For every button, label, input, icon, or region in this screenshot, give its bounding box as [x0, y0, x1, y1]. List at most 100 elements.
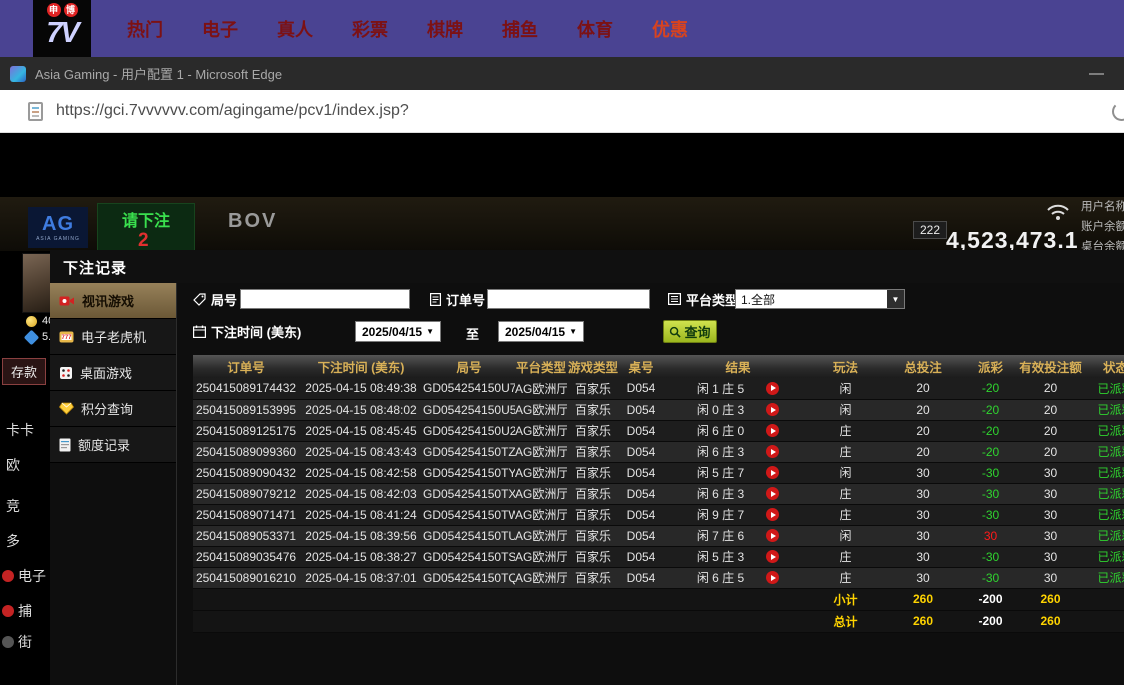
- gray-dot-icon: [2, 636, 14, 648]
- total-row: 总计 260 -200 260: [193, 610, 1124, 632]
- round-number-label: 局号: [193, 289, 237, 309]
- play-icon: [771, 512, 776, 518]
- total-payout: -200: [968, 610, 1013, 632]
- side-strip-item-ou[interactable]: 欧: [6, 455, 20, 475]
- cell-status: 已派彩: [1088, 567, 1124, 588]
- cell-play: 闲: [813, 399, 878, 420]
- screen: 申 博 7V 热门 电子 真人 彩票 棋牌 捕鱼 体育 优惠 Asia Gami…: [0, 0, 1124, 685]
- cell-table: D054: [619, 441, 663, 462]
- ag-logo-subtext: ASIA GAMING: [36, 236, 80, 242]
- replay-button[interactable]: [766, 529, 779, 542]
- replay-button[interactable]: [766, 403, 779, 416]
- deposit-button[interactable]: 存款: [2, 358, 46, 385]
- cell-payout: -30: [968, 462, 1013, 483]
- nav-item-cards[interactable]: 棋牌: [427, 16, 463, 42]
- subtotal-bet: 260: [878, 588, 968, 610]
- total-valid: 260: [1013, 610, 1088, 632]
- menu-item-live-games[interactable]: 视讯游戏: [50, 283, 176, 319]
- menu-item-table-games[interactable]: 桌面游戏: [50, 355, 176, 391]
- cell-payout: 30: [968, 525, 1013, 546]
- cell-play: 庄: [813, 441, 878, 462]
- cell-payout: -30: [968, 567, 1013, 588]
- list-icon: [668, 293, 681, 305]
- cell-play: 庄: [813, 504, 878, 525]
- subtotal-label: 小计: [813, 588, 878, 610]
- cell-bet-time: 2025-04-15 08:43:43: [299, 441, 423, 462]
- round-number-input[interactable]: [240, 289, 410, 309]
- nav-item-sports[interactable]: 体育: [577, 16, 613, 42]
- query-button[interactable]: 查询: [663, 320, 717, 343]
- menu-item-points-query[interactable]: 积分查询: [50, 391, 176, 427]
- side-strip-item-jie[interactable]: 街: [2, 632, 32, 652]
- cell-round: GD054254150TS: [423, 546, 515, 567]
- cell-status: 已派彩: [1088, 420, 1124, 441]
- replay-button[interactable]: [766, 550, 779, 563]
- nav-item-live[interactable]: 真人: [277, 16, 313, 42]
- result-text: 闲 6 庄 3: [697, 443, 744, 460]
- replay-button[interactable]: [766, 508, 779, 521]
- result-text: 闲 0 庄 3: [697, 401, 744, 418]
- query-button-label: 查询: [684, 322, 710, 341]
- nav-item-lottery[interactable]: 彩票: [352, 16, 388, 42]
- tag-icon: [193, 293, 206, 306]
- panel-content: 局号 订单号 平台类型 1.全部 ▼: [177, 283, 1124, 685]
- side-strip-label: 电子: [18, 566, 46, 586]
- menu-item-slot-machines[interactable]: 777 电子老虎机: [50, 319, 176, 355]
- cell-status: 已派彩: [1088, 483, 1124, 504]
- address-url[interactable]: https://gci.7vvvvvv.com/agingame/pcv1/in…: [56, 102, 409, 120]
- nav-item-promo[interactable]: 优惠: [652, 16, 688, 42]
- cell-valid-bet: 30: [1013, 462, 1088, 483]
- panel-header: 下注记录: [50, 250, 1124, 283]
- order-number-label-text: 订单号: [446, 290, 485, 309]
- cell-platform: AG欧洲厅: [515, 378, 567, 399]
- replay-button[interactable]: [766, 571, 779, 584]
- bet-prompt-box: 请下注 2: [97, 203, 195, 251]
- menu-item-label: 桌面游戏: [80, 363, 132, 382]
- refresh-icon[interactable]: [1112, 102, 1124, 121]
- cell-total-bet: 20: [878, 378, 968, 399]
- date-to-value: 2025/04/15: [505, 325, 565, 339]
- cell-payout: -20: [968, 441, 1013, 462]
- order-number-input[interactable]: [487, 289, 650, 309]
- bet-time-label-text: 下注时间 (美东): [211, 322, 301, 341]
- platform-type-dropdown[interactable]: 1.全部 ▼: [735, 289, 905, 309]
- nav-item-hot[interactable]: 热门: [127, 16, 163, 42]
- side-strip-item-dianzi[interactable]: 电子: [2, 566, 46, 586]
- replay-button[interactable]: [766, 487, 779, 500]
- side-strip-item-jing[interactable]: 竞: [6, 496, 20, 516]
- date-to-select[interactable]: 2025/04/15 ▼: [498, 321, 584, 342]
- red-dot-icon: [2, 605, 14, 617]
- replay-button[interactable]: [766, 382, 779, 395]
- nav-item-slots[interactable]: 电子: [202, 16, 238, 42]
- cell-round: GD054254150U2: [423, 420, 515, 441]
- replay-button[interactable]: [766, 445, 779, 458]
- nav-item-fishing[interactable]: 捕鱼: [502, 16, 538, 42]
- minimize-button[interactable]: —: [1081, 57, 1112, 90]
- cell-game-type: 百家乐: [567, 462, 619, 483]
- account-balance-label: 账户余额: [1081, 217, 1124, 237]
- col-bet-time: 下注时间 (美东): [299, 355, 423, 378]
- cell-total-bet: 20: [878, 441, 968, 462]
- side-strip-label: 街: [18, 632, 32, 652]
- cell-order: 250415089099360: [193, 441, 299, 462]
- edge-favicon-icon: [10, 66, 26, 82]
- side-strip-item-kaka[interactable]: 卡卡: [6, 420, 34, 440]
- replay-button[interactable]: [766, 424, 779, 437]
- cell-round: GD054254150TQ: [423, 567, 515, 588]
- dice-icon: [59, 366, 73, 380]
- cell-status: 已派彩: [1088, 504, 1124, 525]
- cell-round: GD054254150TW: [423, 504, 515, 525]
- cell-order: 250415089079212: [193, 483, 299, 504]
- side-strip-item-bu[interactable]: 捕: [2, 601, 32, 621]
- cell-result: 闲 6 庄 5: [663, 567, 813, 588]
- side-strip-item-duo[interactable]: 多: [6, 531, 20, 551]
- date-from-select[interactable]: 2025/04/15 ▼: [355, 321, 441, 342]
- page-security-icon[interactable]: [28, 102, 43, 121]
- cell-payout: -20: [968, 378, 1013, 399]
- play-icon: [771, 554, 776, 560]
- side-strip-label: 竞: [6, 496, 20, 516]
- cell-bet-time: 2025-04-15 08:42:58: [299, 462, 423, 483]
- menu-item-credit-records[interactable]: 额度记录: [50, 427, 176, 463]
- replay-button[interactable]: [766, 466, 779, 479]
- site-logo[interactable]: 申 博 7V: [33, 0, 91, 57]
